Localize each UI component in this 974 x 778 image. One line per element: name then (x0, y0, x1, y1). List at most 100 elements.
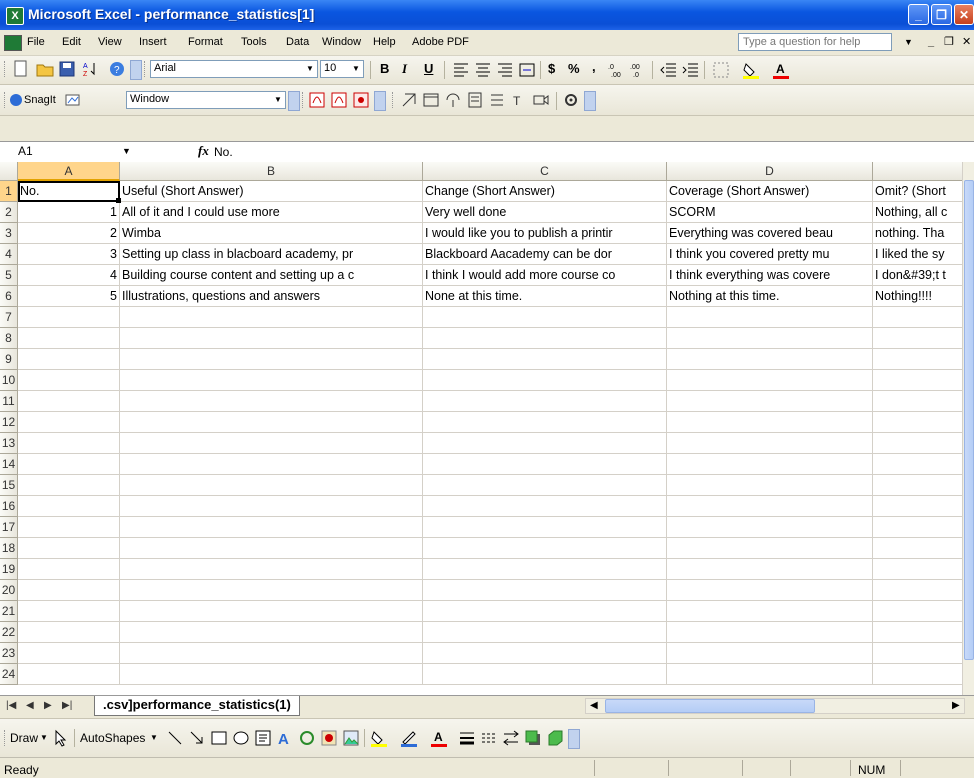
table-cell[interactable] (18, 664, 120, 685)
name-box[interactable]: A1 (18, 144, 113, 158)
row-header[interactable]: 10 (0, 370, 18, 391)
table-cell[interactable]: Very well done (423, 202, 667, 223)
table-cell[interactable] (667, 643, 873, 664)
pdf-review-icon[interactable] (352, 91, 370, 109)
table-cell[interactable] (873, 433, 962, 454)
table-cell[interactable] (120, 622, 423, 643)
snagit-mode-select[interactable]: Window ▼ (126, 91, 286, 109)
table-cell[interactable]: Setting up class in blacboard academy, p… (120, 244, 423, 265)
help-dropdown-icon[interactable]: ▼ (904, 37, 913, 47)
table-cell[interactable]: nothing. Tha (873, 223, 962, 244)
table-cell[interactable] (120, 643, 423, 664)
open-icon[interactable] (36, 60, 54, 78)
table-cell[interactable] (667, 664, 873, 685)
sort-ascending-icon[interactable]: AZ (82, 60, 100, 78)
chevron-down-icon[interactable]: ▼ (40, 733, 48, 742)
scroll-left-icon[interactable]: ◀ (590, 700, 598, 711)
table-cell[interactable] (120, 391, 423, 412)
table-cell[interactable] (18, 454, 120, 475)
row-header[interactable]: 23 (0, 643, 18, 664)
row-header[interactable]: 9 (0, 349, 18, 370)
clip-art-icon[interactable] (320, 729, 338, 747)
table-cell[interactable] (18, 559, 120, 580)
table-cell[interactable] (120, 475, 423, 496)
table-cell[interactable] (667, 475, 873, 496)
menu-adobe-pdf[interactable]: Adobe PDF (412, 36, 469, 48)
table-cell[interactable] (18, 391, 120, 412)
table-cell[interactable] (18, 538, 120, 559)
table-cell[interactable] (423, 349, 667, 370)
table-cell[interactable] (667, 622, 873, 643)
save-icon[interactable] (58, 60, 76, 78)
table-cell[interactable] (18, 580, 120, 601)
menu-file[interactable]: File (27, 36, 45, 48)
table-cell[interactable] (873, 601, 962, 622)
column-header-d[interactable]: D (667, 162, 873, 181)
toolbar-options-icon[interactable] (584, 91, 596, 111)
row-header[interactable]: 20 (0, 580, 18, 601)
row-header[interactable]: 11 (0, 391, 18, 412)
workbook-icon[interactable] (4, 35, 22, 51)
line-icon[interactable] (166, 729, 184, 747)
next-sheet-icon[interactable]: ▶ (44, 700, 52, 711)
menu-format[interactable]: Format (188, 36, 223, 48)
table-cell[interactable] (667, 307, 873, 328)
toolbar-options-icon[interactable] (374, 91, 386, 111)
table-cell[interactable]: Blackboard Aacademy can be dor (423, 244, 667, 265)
snagit-label[interactable]: SnagIt (24, 94, 56, 106)
table-cell[interactable]: I don&#39;t t (873, 265, 962, 286)
toolbar-grip-4[interactable] (392, 92, 396, 108)
arrow-style-icon[interactable] (502, 729, 520, 747)
align-center-icon[interactable] (474, 61, 492, 79)
table-cell[interactable] (120, 454, 423, 475)
table-cell[interactable] (423, 496, 667, 517)
fill-handle[interactable] (116, 198, 121, 203)
row-header[interactable]: 15 (0, 475, 18, 496)
table-cell[interactable] (120, 517, 423, 538)
rectangle-icon[interactable] (210, 729, 228, 747)
horizontal-scroll-thumb[interactable] (605, 699, 815, 713)
capture-text-icon[interactable]: T (510, 91, 528, 109)
table-cell[interactable] (18, 370, 120, 391)
table-cell[interactable]: I would like you to publish a printir (423, 223, 667, 244)
row-header[interactable]: 4 (0, 244, 18, 265)
table-cell[interactable]: Nothing!!!! (873, 286, 962, 307)
sheet-tab-active[interactable]: .csv]performance_statistics(1) (94, 696, 300, 716)
wordart-icon[interactable]: A (276, 729, 294, 748)
table-cell[interactable] (873, 412, 962, 433)
table-cell[interactable] (667, 328, 873, 349)
new-icon[interactable] (12, 60, 30, 78)
table-cell[interactable]: 1 (18, 202, 120, 223)
capture-scroll-icon[interactable] (488, 91, 506, 109)
table-cell[interactable] (423, 643, 667, 664)
capture-region-icon[interactable] (400, 91, 418, 109)
row-header[interactable]: 3 (0, 223, 18, 244)
convert-to-pdf-icon[interactable] (308, 91, 326, 109)
menu-view[interactable]: View (98, 36, 122, 48)
align-right-icon[interactable] (496, 61, 514, 79)
table-cell[interactable] (873, 559, 962, 580)
increase-indent-icon[interactable] (682, 61, 700, 79)
table-cell[interactable] (667, 412, 873, 433)
table-cell[interactable] (423, 580, 667, 601)
comma-button[interactable]: , (592, 59, 596, 74)
capture-object-icon[interactable] (444, 91, 462, 109)
dash-style-icon[interactable] (480, 729, 498, 747)
table-cell[interactable] (873, 475, 962, 496)
table-cell[interactable] (423, 664, 667, 685)
table-cell[interactable] (423, 433, 667, 454)
table-cell[interactable] (18, 475, 120, 496)
table-cell[interactable] (667, 496, 873, 517)
table-cell[interactable] (18, 496, 120, 517)
table-cell[interactable] (873, 454, 962, 475)
table-cell[interactable] (873, 622, 962, 643)
row-header[interactable]: 14 (0, 454, 18, 475)
row-header[interactable]: 24 (0, 664, 18, 685)
table-cell[interactable] (120, 496, 423, 517)
table-cell[interactable] (423, 307, 667, 328)
table-cell[interactable] (667, 538, 873, 559)
capture-window-icon[interactable] (422, 91, 440, 109)
table-cell[interactable] (120, 559, 423, 580)
column-header-b[interactable]: B (120, 162, 423, 181)
help-search-input[interactable]: Type a question for help (738, 33, 892, 51)
